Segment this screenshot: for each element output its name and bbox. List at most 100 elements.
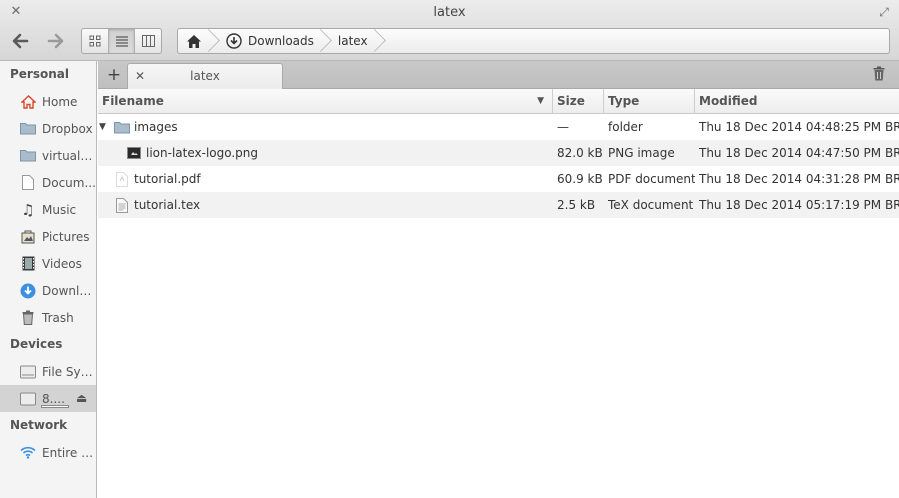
column-header-filename[interactable]: Filename ▼: [98, 89, 553, 114]
sidebar-item-label: Trash: [42, 310, 74, 325]
sidebar-section-personal: Personal: [10, 67, 69, 81]
new-tab-button[interactable]: +: [104, 65, 124, 85]
sidebar-section-network: Network: [10, 418, 68, 432]
drive-icon: [20, 391, 36, 407]
modified-cell: Thu 18 Dec 2014 04:47:50 PM BRST: [699, 146, 899, 160]
sidebar-item-trash[interactable]: Trash: [0, 304, 96, 331]
column-header-modified[interactable]: Modified: [695, 89, 899, 114]
image-file-icon: [126, 145, 142, 161]
sidebar-item-label: Dropbox: [42, 121, 93, 136]
type-cell: PNG image: [608, 146, 675, 160]
sidebar-item-virtualh[interactable]: virtualh...: [0, 142, 96, 169]
type-cell: TeX document: [608, 198, 694, 212]
sidebar-item-removable-drive[interactable]: 8.... ⏏: [0, 385, 96, 412]
breadcrumb-latex[interactable]: latex: [324, 29, 378, 53]
maximize-window-icon[interactable]: ⤢: [877, 5, 891, 19]
arrow-right-icon: [47, 33, 64, 49]
sidebar-item-label: Downlo...: [42, 283, 96, 298]
columns-icon: [141, 35, 155, 47]
home-icon: [187, 34, 201, 48]
document-icon: [20, 175, 36, 191]
sidebar-item-entire-network[interactable]: Entire n...: [0, 439, 96, 466]
breadcrumb-home[interactable]: [178, 29, 212, 53]
tab-bar: + ✕ latex: [98, 61, 899, 89]
filename-cell: tutorial.pdf: [98, 166, 553, 192]
sidebar-item-label: Entire n...: [42, 445, 96, 460]
sidebar-item-videos[interactable]: Videos: [0, 250, 96, 277]
modified-cell: Thu 18 Dec 2014 04:48:25 PM BRST: [699, 120, 899, 134]
capacity-bar: [41, 405, 69, 408]
table-row[interactable]: lion-latex-logo.png 82.0 kB PNG image Th…: [98, 140, 899, 166]
filename-text: tutorial.pdf: [134, 172, 201, 186]
sidebar-item-label: Docum...: [42, 175, 96, 190]
icon-view-button[interactable]: [82, 29, 109, 53]
drive-icon: [20, 364, 36, 380]
size-cell: 2.5 kB: [557, 198, 596, 212]
restore-closed-tab-button[interactable]: [873, 66, 887, 82]
column-header-size[interactable]: Size: [553, 89, 604, 114]
trash-icon: [20, 310, 36, 326]
breadcrumb-downloads[interactable]: Downloads: [212, 29, 324, 53]
breadcrumb-label: latex: [337, 34, 368, 48]
sidebar-item-pictures[interactable]: Pictures: [0, 223, 96, 250]
column-view-button[interactable]: [135, 29, 161, 53]
modified-cell: Thu 18 Dec 2014 04:31:28 PM BRST: [699, 172, 899, 186]
list-icon: [115, 35, 128, 47]
filename-cell: lion-latex-logo.png: [98, 140, 553, 166]
filename-text: images: [134, 120, 178, 134]
size-cell: 82.0 kB: [557, 146, 603, 160]
sidebar-item-downloads[interactable]: Downlo...: [0, 277, 96, 304]
table-row[interactable]: tutorial.pdf 60.9 kB PDF document Thu 18…: [98, 166, 899, 192]
folder-icon: [20, 121, 36, 137]
view-mode-switcher: [81, 28, 162, 54]
table-row[interactable]: ▼ images — folder Thu 18 Dec 2014 04:48:…: [98, 114, 899, 140]
column-header-label: Filename: [102, 94, 164, 108]
sidebar-item-documents[interactable]: Docum...: [0, 169, 96, 196]
list-view-button[interactable]: [108, 29, 136, 53]
sidebar-item-home[interactable]: Home: [0, 88, 96, 115]
filename-cell: ▼ images: [98, 114, 553, 140]
music-icon: ♫: [21, 200, 35, 219]
text-file-icon: [114, 197, 130, 213]
sidebar-item-music[interactable]: ♫ Music: [0, 196, 96, 223]
size-cell: —: [557, 120, 569, 134]
filename-cell: tutorial.tex: [98, 192, 553, 218]
video-icon: [20, 256, 36, 272]
type-cell: PDF document: [608, 172, 695, 186]
back-button[interactable]: [10, 31, 32, 51]
download-icon: [20, 283, 36, 299]
size-cell: 60.9 kB: [557, 172, 603, 186]
expander-expanded-icon[interactable]: ▼: [99, 114, 111, 140]
download-icon: [226, 33, 242, 49]
sidebar-item-label: Home: [42, 94, 78, 109]
wifi-icon: [20, 445, 36, 461]
tab-label: latex: [190, 69, 220, 83]
sidebar-section-devices: Devices: [10, 337, 63, 351]
column-header-type[interactable]: Type: [604, 89, 695, 114]
sidebar-item-label: 8....: [42, 391, 65, 406]
home-icon: [20, 94, 36, 110]
sidebar-item-label: Music: [42, 202, 77, 217]
sidebar-item-filesystem[interactable]: File Sys...: [0, 358, 96, 385]
filename-text: tutorial.tex: [134, 198, 201, 212]
type-cell: folder: [608, 120, 643, 134]
path-bar: Downloads latex: [177, 28, 890, 54]
file-list: Filename ▼ Size Type Modified ▼ images —…: [98, 89, 899, 498]
forward-button[interactable]: [44, 31, 66, 51]
sidebar: Personal Home Dropbox virtualh... Docum.…: [0, 61, 97, 498]
table-row[interactable]: tutorial.tex 2.5 kB TeX document Thu 18 …: [98, 192, 899, 218]
tab-latex[interactable]: ✕ latex: [127, 63, 283, 89]
eject-icon[interactable]: ⏏: [76, 391, 87, 405]
pictures-icon: [20, 229, 36, 245]
breadcrumb-label: Downloads: [248, 34, 314, 48]
column-header-row: Filename ▼ Size Type Modified: [98, 89, 899, 114]
window-title: latex: [433, 5, 466, 20]
grid-icon: [89, 35, 101, 47]
window-chrome: ✕ latex ⤢ Downloads latex: [0, 0, 899, 61]
sidebar-item-dropbox[interactable]: Dropbox: [0, 115, 96, 142]
trash-icon: [873, 66, 885, 81]
filename-text: lion-latex-logo.png: [146, 146, 259, 160]
folder-icon: [20, 148, 36, 164]
arrow-left-icon: [12, 33, 29, 49]
modified-cell: Thu 18 Dec 2014 05:17:19 PM BRST: [699, 198, 899, 212]
